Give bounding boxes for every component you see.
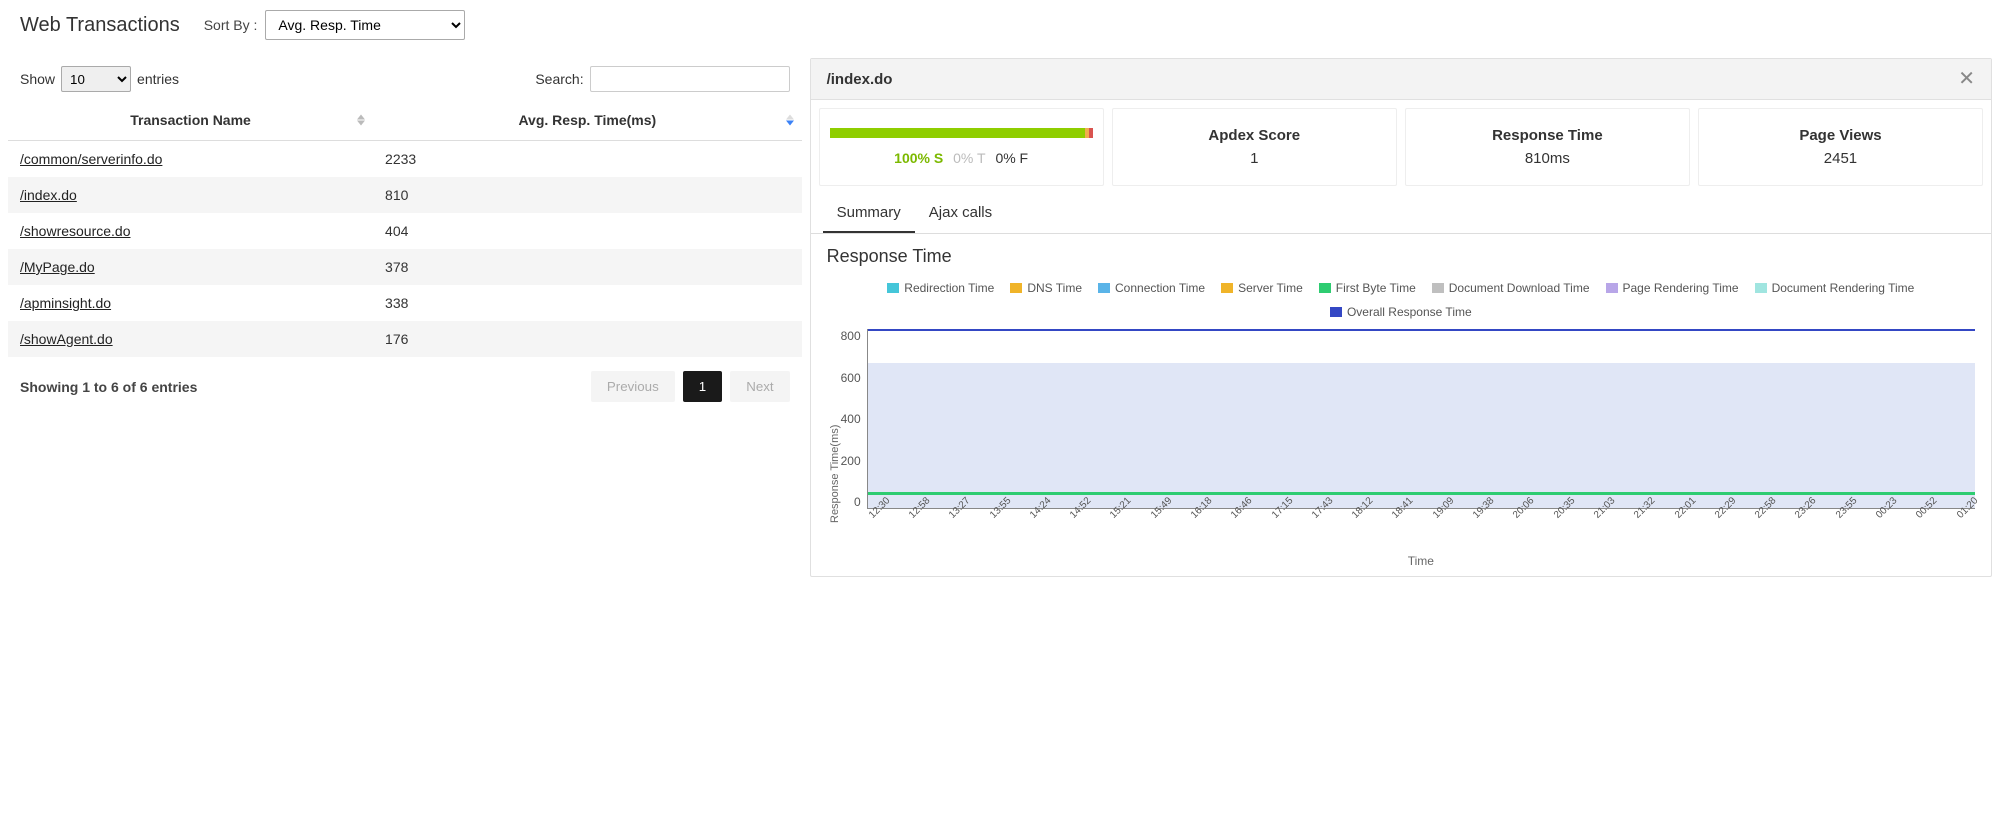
y-tick: 400	[841, 412, 861, 426]
table-row: /MyPage.do 378	[8, 249, 802, 285]
chart-legend: Redirection Time DNS Time Connection Time S…	[827, 281, 1975, 319]
table-row: /showresource.do 404	[8, 213, 802, 249]
y-tick: 800	[841, 329, 861, 343]
col-resp-text: Avg. Resp. Time(ms)	[518, 112, 656, 128]
table-row: /index.do 810	[8, 177, 802, 213]
response-time-card: Response Time 810ms	[1405, 108, 1690, 186]
stat-label: Page Views	[1709, 127, 1972, 144]
sort-icon	[786, 115, 794, 126]
area-page-rendering	[868, 363, 1975, 508]
resp-time-cell: 176	[373, 321, 802, 357]
legend-item[interactable]: Redirection Time	[887, 281, 994, 295]
legend-swatch-icon	[1010, 283, 1022, 293]
previous-button[interactable]: Previous	[591, 371, 675, 402]
line-overall	[868, 329, 1975, 331]
legend-swatch-icon	[1221, 283, 1233, 293]
legend-swatch-icon	[1330, 307, 1342, 317]
legend-label: Overall Response Time	[1347, 305, 1472, 319]
resp-time-cell: 2233	[373, 141, 802, 178]
legend-item[interactable]: Connection Time	[1098, 281, 1205, 295]
x-axis-label: Time	[867, 554, 1975, 568]
x-axis-ticks: 12:3012:5813:2713:5514:2414:5215:2115:49…	[867, 509, 1975, 524]
stat-label: Apdex Score	[1123, 127, 1386, 144]
stat-label: Response Time	[1416, 127, 1679, 144]
legend-label: Connection Time	[1115, 281, 1205, 295]
sort-icon	[357, 115, 365, 126]
legend-item[interactable]: Page Rendering Time	[1606, 281, 1739, 295]
legend-item[interactable]: First Byte Time	[1319, 281, 1416, 295]
show-label-pre: Show	[20, 71, 55, 87]
legend-item[interactable]: Document Rendering Time	[1755, 281, 1915, 295]
legend-label: DNS Time	[1027, 281, 1082, 295]
satisfaction-bar	[830, 128, 1093, 138]
resp-time-cell: 378	[373, 249, 802, 285]
show-label-post: entries	[137, 71, 179, 87]
legend-label: Server Time	[1238, 281, 1303, 295]
page-1-button[interactable]: 1	[683, 371, 722, 402]
legend-item[interactable]: Server Time	[1221, 281, 1303, 295]
legend-swatch-icon	[1098, 283, 1110, 293]
sort-by-label: Sort By :	[204, 17, 258, 33]
apdex-card: Apdex Score 1	[1112, 108, 1397, 186]
legend-swatch-icon	[1319, 283, 1331, 293]
resp-time-cell: 810	[373, 177, 802, 213]
satisfied-pct: 100% S	[894, 150, 943, 166]
resp-time-cell: 404	[373, 213, 802, 249]
sort-by-select[interactable]: Avg. Resp. Time	[265, 10, 465, 40]
transactions-table: Transaction Name Avg. Resp. Time(ms) /co…	[8, 100, 802, 357]
frustrated-pct: 0% F	[995, 150, 1028, 166]
y-tick: 600	[841, 371, 861, 385]
line-first-byte	[868, 492, 1975, 495]
y-axis-ticks: 800 600 400 200 0	[841, 329, 867, 509]
stat-value: 2451	[1709, 150, 1972, 167]
chart-title: Response Time	[827, 246, 1975, 267]
tab-summary[interactable]: Summary	[823, 194, 915, 233]
table-row: /common/serverinfo.do 2233	[8, 141, 802, 178]
resp-time-cell: 338	[373, 285, 802, 321]
search-input[interactable]	[590, 66, 790, 92]
legend-swatch-icon	[1432, 283, 1444, 293]
transaction-link[interactable]: /common/serverinfo.do	[20, 151, 162, 167]
legend-item[interactable]: Document Download Time	[1432, 281, 1590, 295]
y-tick: 200	[841, 454, 861, 468]
y-tick: 0	[854, 495, 861, 509]
table-row: /apminsight.do 338	[8, 285, 802, 321]
legend-item[interactable]: DNS Time	[1010, 281, 1082, 295]
legend-label: First Byte Time	[1336, 281, 1416, 295]
next-button[interactable]: Next	[730, 371, 789, 402]
table-footer-info: Showing 1 to 6 of 6 entries	[20, 379, 197, 395]
col-name-text: Transaction Name	[130, 112, 251, 128]
transaction-link[interactable]: /showresource.do	[20, 223, 131, 239]
page-title: Web Transactions	[20, 14, 180, 37]
legend-swatch-icon	[887, 283, 899, 293]
transaction-link[interactable]: /apminsight.do	[20, 295, 111, 311]
search-label: Search:	[535, 71, 583, 87]
legend-label: Document Download Time	[1449, 281, 1590, 295]
legend-swatch-icon	[1606, 283, 1618, 293]
stat-value: 1	[1123, 150, 1386, 167]
entries-select[interactable]: 10	[61, 66, 131, 92]
tolerating-pct: 0% T	[953, 150, 985, 166]
col-avg-resp-time[interactable]: Avg. Resp. Time(ms)	[373, 100, 802, 141]
page-views-card: Page Views 2451	[1698, 108, 1983, 186]
stat-value: 810ms	[1416, 150, 1679, 167]
transaction-link[interactable]: /MyPage.do	[20, 259, 95, 275]
table-row: /showAgent.do 176	[8, 321, 802, 357]
legend-item[interactable]: Overall Response Time	[1330, 305, 1472, 319]
y-axis-label: Response Time(ms)	[827, 329, 841, 568]
satisfaction-card: 100% S 0% T 0% F	[819, 108, 1104, 186]
detail-title: /index.do	[827, 71, 893, 88]
transaction-link[interactable]: /showAgent.do	[20, 331, 113, 347]
chart-plot-area[interactable]	[867, 329, 1975, 509]
legend-label: Redirection Time	[904, 281, 994, 295]
transaction-link[interactable]: /index.do	[20, 187, 77, 203]
tab-ajax-calls[interactable]: Ajax calls	[915, 194, 1006, 233]
legend-label: Page Rendering Time	[1623, 281, 1739, 295]
legend-swatch-icon	[1755, 283, 1767, 293]
close-icon[interactable]: ✕	[1958, 69, 1975, 89]
legend-label: Document Rendering Time	[1772, 281, 1915, 295]
pagination: Previous 1 Next	[591, 371, 790, 402]
col-transaction-name[interactable]: Transaction Name	[8, 100, 373, 141]
